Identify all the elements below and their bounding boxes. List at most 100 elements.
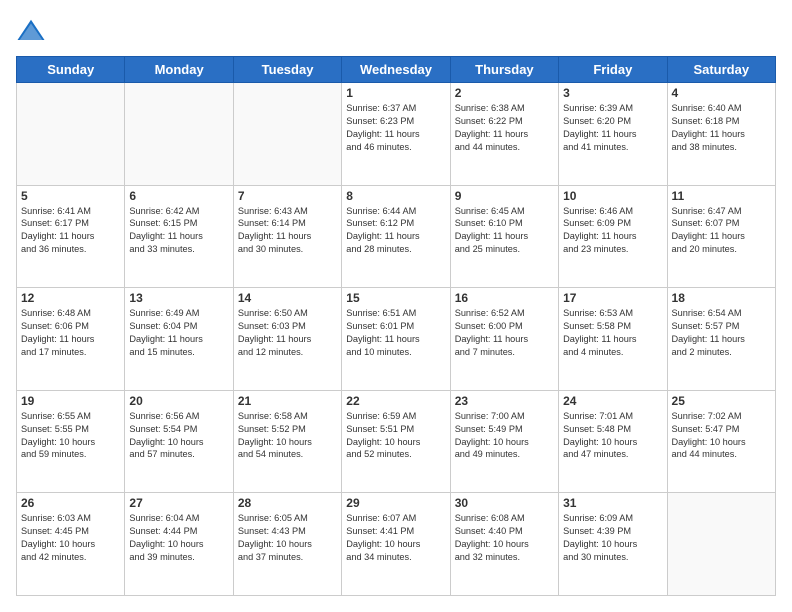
calendar-cell: 13Sunrise: 6:49 AMSunset: 6:04 PMDayligh… — [125, 288, 233, 391]
day-info: Sunrise: 7:00 AMSunset: 5:49 PMDaylight:… — [455, 410, 554, 462]
day-info: Sunrise: 6:53 AMSunset: 5:58 PMDaylight:… — [563, 307, 662, 359]
calendar-cell: 19Sunrise: 6:55 AMSunset: 5:55 PMDayligh… — [17, 390, 125, 493]
day-number: 7 — [238, 189, 337, 203]
header — [16, 16, 776, 46]
day-number: 3 — [563, 86, 662, 100]
day-info: Sunrise: 7:01 AMSunset: 5:48 PMDaylight:… — [563, 410, 662, 462]
day-info: Sunrise: 6:54 AMSunset: 5:57 PMDaylight:… — [672, 307, 771, 359]
calendar-cell: 12 Sunrise: 6:48 AMSunset: 6:06 PMDayligh… — [17, 288, 125, 391]
day-info: Sunrise: 6:41 AMSunset: 6:17 PMDaylight:… — [21, 205, 120, 257]
day-number: 9 — [455, 189, 554, 203]
calendar-cell: 14 Sunrise: 6:50 AMSunset: 6:03 PMDayligh… — [233, 288, 341, 391]
day-header: Monday — [125, 57, 233, 83]
day-header: Sunday — [17, 57, 125, 83]
day-number: 15 — [346, 291, 445, 305]
calendar-cell: 20Sunrise: 6:56 AMSunset: 5:54 PMDayligh… — [125, 390, 233, 493]
day-number: 29 — [346, 496, 445, 510]
day-info: Sunrise: 6:42 AMSunset: 6:15 PMDaylight:… — [129, 205, 228, 257]
day-header: Saturday — [667, 57, 775, 83]
day-number: 16 — [455, 291, 554, 305]
calendar-cell: 4Sunrise: 6:40 AMSunset: 6:18 PMDaylight… — [667, 83, 775, 186]
calendar-week-row: 1 Sunrise: 6:37 AMSunset: 6:23 PMDaylight… — [17, 83, 776, 186]
day-header: Thursday — [450, 57, 558, 83]
calendar-cell: 23 Sunrise: 7:00 AMSunset: 5:49 PMDayligh… — [450, 390, 558, 493]
calendar-cell — [125, 83, 233, 186]
calendar-cell: 3 Sunrise: 6:39 AMSunset: 6:20 PMDaylight… — [559, 83, 667, 186]
calendar-cell: 16 Sunrise: 6:52 AMSunset: 6:00 PMDayligh… — [450, 288, 558, 391]
calendar-cell: 11 Sunrise: 6:47 AMSunset: 6:07 PMDayligh… — [667, 185, 775, 288]
calendar-cell: 22 Sunrise: 6:59 AMSunset: 5:51 PMDayligh… — [342, 390, 450, 493]
day-info: Sunrise: 6:55 AMSunset: 5:55 PMDaylight:… — [21, 410, 120, 462]
calendar-cell: 5 Sunrise: 6:41 AMSunset: 6:17 PMDaylight… — [17, 185, 125, 288]
day-number: 10 — [563, 189, 662, 203]
day-number: 22 — [346, 394, 445, 408]
calendar-cell: 2Sunrise: 6:38 AMSunset: 6:22 PMDaylight… — [450, 83, 558, 186]
calendar-cell: 18Sunrise: 6:54 AMSunset: 5:57 PMDayligh… — [667, 288, 775, 391]
day-info: Sunrise: 6:03 AMSunset: 4:45 PMDaylight:… — [21, 512, 120, 564]
day-number: 1 — [346, 86, 445, 100]
day-info: Sunrise: 7:02 AMSunset: 5:47 PMDaylight:… — [672, 410, 771, 462]
day-number: 8 — [346, 189, 445, 203]
day-number: 5 — [21, 189, 120, 203]
calendar-cell — [233, 83, 341, 186]
day-number: 12 — [21, 291, 120, 305]
day-number: 13 — [129, 291, 228, 305]
day-info: Sunrise: 6:04 AMSunset: 4:44 PMDaylight:… — [129, 512, 228, 564]
day-number: 4 — [672, 86, 771, 100]
day-number: 27 — [129, 496, 228, 510]
calendar-cell: 6 Sunrise: 6:42 AMSunset: 6:15 PMDaylight… — [125, 185, 233, 288]
calendar-week-row: 5 Sunrise: 6:41 AMSunset: 6:17 PMDaylight… — [17, 185, 776, 288]
day-header: Tuesday — [233, 57, 341, 83]
day-number: 6 — [129, 189, 228, 203]
calendar-cell: 25Sunrise: 7:02 AMSunset: 5:47 PMDayligh… — [667, 390, 775, 493]
calendar-week-row: 26Sunrise: 6:03 AMSunset: 4:45 PMDayligh… — [17, 493, 776, 596]
day-info: Sunrise: 6:44 AMSunset: 6:12 PMDaylight:… — [346, 205, 445, 257]
day-number: 24 — [563, 394, 662, 408]
calendar-cell: 10 Sunrise: 6:46 AMSunset: 6:09 PMDayligh… — [559, 185, 667, 288]
calendar-cell: 26Sunrise: 6:03 AMSunset: 4:45 PMDayligh… — [17, 493, 125, 596]
logo — [16, 16, 50, 46]
calendar-week-row: 19Sunrise: 6:55 AMSunset: 5:55 PMDayligh… — [17, 390, 776, 493]
day-header: Wednesday — [342, 57, 450, 83]
day-header: Friday — [559, 57, 667, 83]
day-info: Sunrise: 6:46 AMSunset: 6:09 PMDaylight:… — [563, 205, 662, 257]
calendar-cell: 27 Sunrise: 6:04 AMSunset: 4:44 PMDayligh… — [125, 493, 233, 596]
calendar-cell: 31 Sunrise: 6:09 AMSunset: 4:39 PMDayligh… — [559, 493, 667, 596]
day-info: Sunrise: 6:56 AMSunset: 5:54 PMDaylight:… — [129, 410, 228, 462]
day-info: Sunrise: 6:58 AMSunset: 5:52 PMDaylight:… — [238, 410, 337, 462]
calendar-cell: 1 Sunrise: 6:37 AMSunset: 6:23 PMDaylight… — [342, 83, 450, 186]
day-number: 31 — [563, 496, 662, 510]
day-info: Sunrise: 6:47 AMSunset: 6:07 PMDaylight:… — [672, 205, 771, 257]
calendar-cell — [17, 83, 125, 186]
calendar-cell: 8 Sunrise: 6:44 AMSunset: 6:12 PMDaylight… — [342, 185, 450, 288]
day-info: Sunrise: 6:50 AMSunset: 6:03 PMDaylight:… — [238, 307, 337, 359]
calendar-cell: 21 Sunrise: 6:58 AMSunset: 5:52 PMDayligh… — [233, 390, 341, 493]
day-info: Sunrise: 6:52 AMSunset: 6:00 PMDaylight:… — [455, 307, 554, 359]
calendar-cell: 30 Sunrise: 6:08 AMSunset: 4:40 PMDayligh… — [450, 493, 558, 596]
day-info: Sunrise: 6:05 AMSunset: 4:43 PMDaylight:… — [238, 512, 337, 564]
day-number: 14 — [238, 291, 337, 305]
day-info: Sunrise: 6:09 AMSunset: 4:39 PMDaylight:… — [563, 512, 662, 564]
day-number: 23 — [455, 394, 554, 408]
calendar-cell: 17 Sunrise: 6:53 AMSunset: 5:58 PMDayligh… — [559, 288, 667, 391]
day-number: 17 — [563, 291, 662, 305]
calendar-cell — [667, 493, 775, 596]
calendar-week-row: 12 Sunrise: 6:48 AMSunset: 6:06 PMDayligh… — [17, 288, 776, 391]
day-info: Sunrise: 6:39 AMSunset: 6:20 PMDaylight:… — [563, 102, 662, 154]
day-number: 2 — [455, 86, 554, 100]
day-info: Sunrise: 6:07 AMSunset: 4:41 PMDaylight:… — [346, 512, 445, 564]
day-number: 21 — [238, 394, 337, 408]
day-number: 28 — [238, 496, 337, 510]
day-info: Sunrise: 6:08 AMSunset: 4:40 PMDaylight:… — [455, 512, 554, 564]
day-info: Sunrise: 6:37 AMSunset: 6:23 PMDaylight:… — [346, 102, 445, 154]
calendar-cell: 24 Sunrise: 7:01 AMSunset: 5:48 PMDayligh… — [559, 390, 667, 493]
day-number: 30 — [455, 496, 554, 510]
calendar-cell: 15 Sunrise: 6:51 AMSunset: 6:01 PMDayligh… — [342, 288, 450, 391]
calendar-cell: 7Sunrise: 6:43 AMSunset: 6:14 PMDaylight… — [233, 185, 341, 288]
day-info: Sunrise: 6:59 AMSunset: 5:51 PMDaylight:… — [346, 410, 445, 462]
day-info: Sunrise: 6:48 AMSunset: 6:06 PMDaylight:… — [21, 307, 120, 359]
day-info: Sunrise: 6:51 AMSunset: 6:01 PMDaylight:… — [346, 307, 445, 359]
calendar-cell: 29 Sunrise: 6:07 AMSunset: 4:41 PMDayligh… — [342, 493, 450, 596]
calendar-table: SundayMondayTuesdayWednesdayThursdayFrid… — [16, 56, 776, 596]
day-number: 11 — [672, 189, 771, 203]
